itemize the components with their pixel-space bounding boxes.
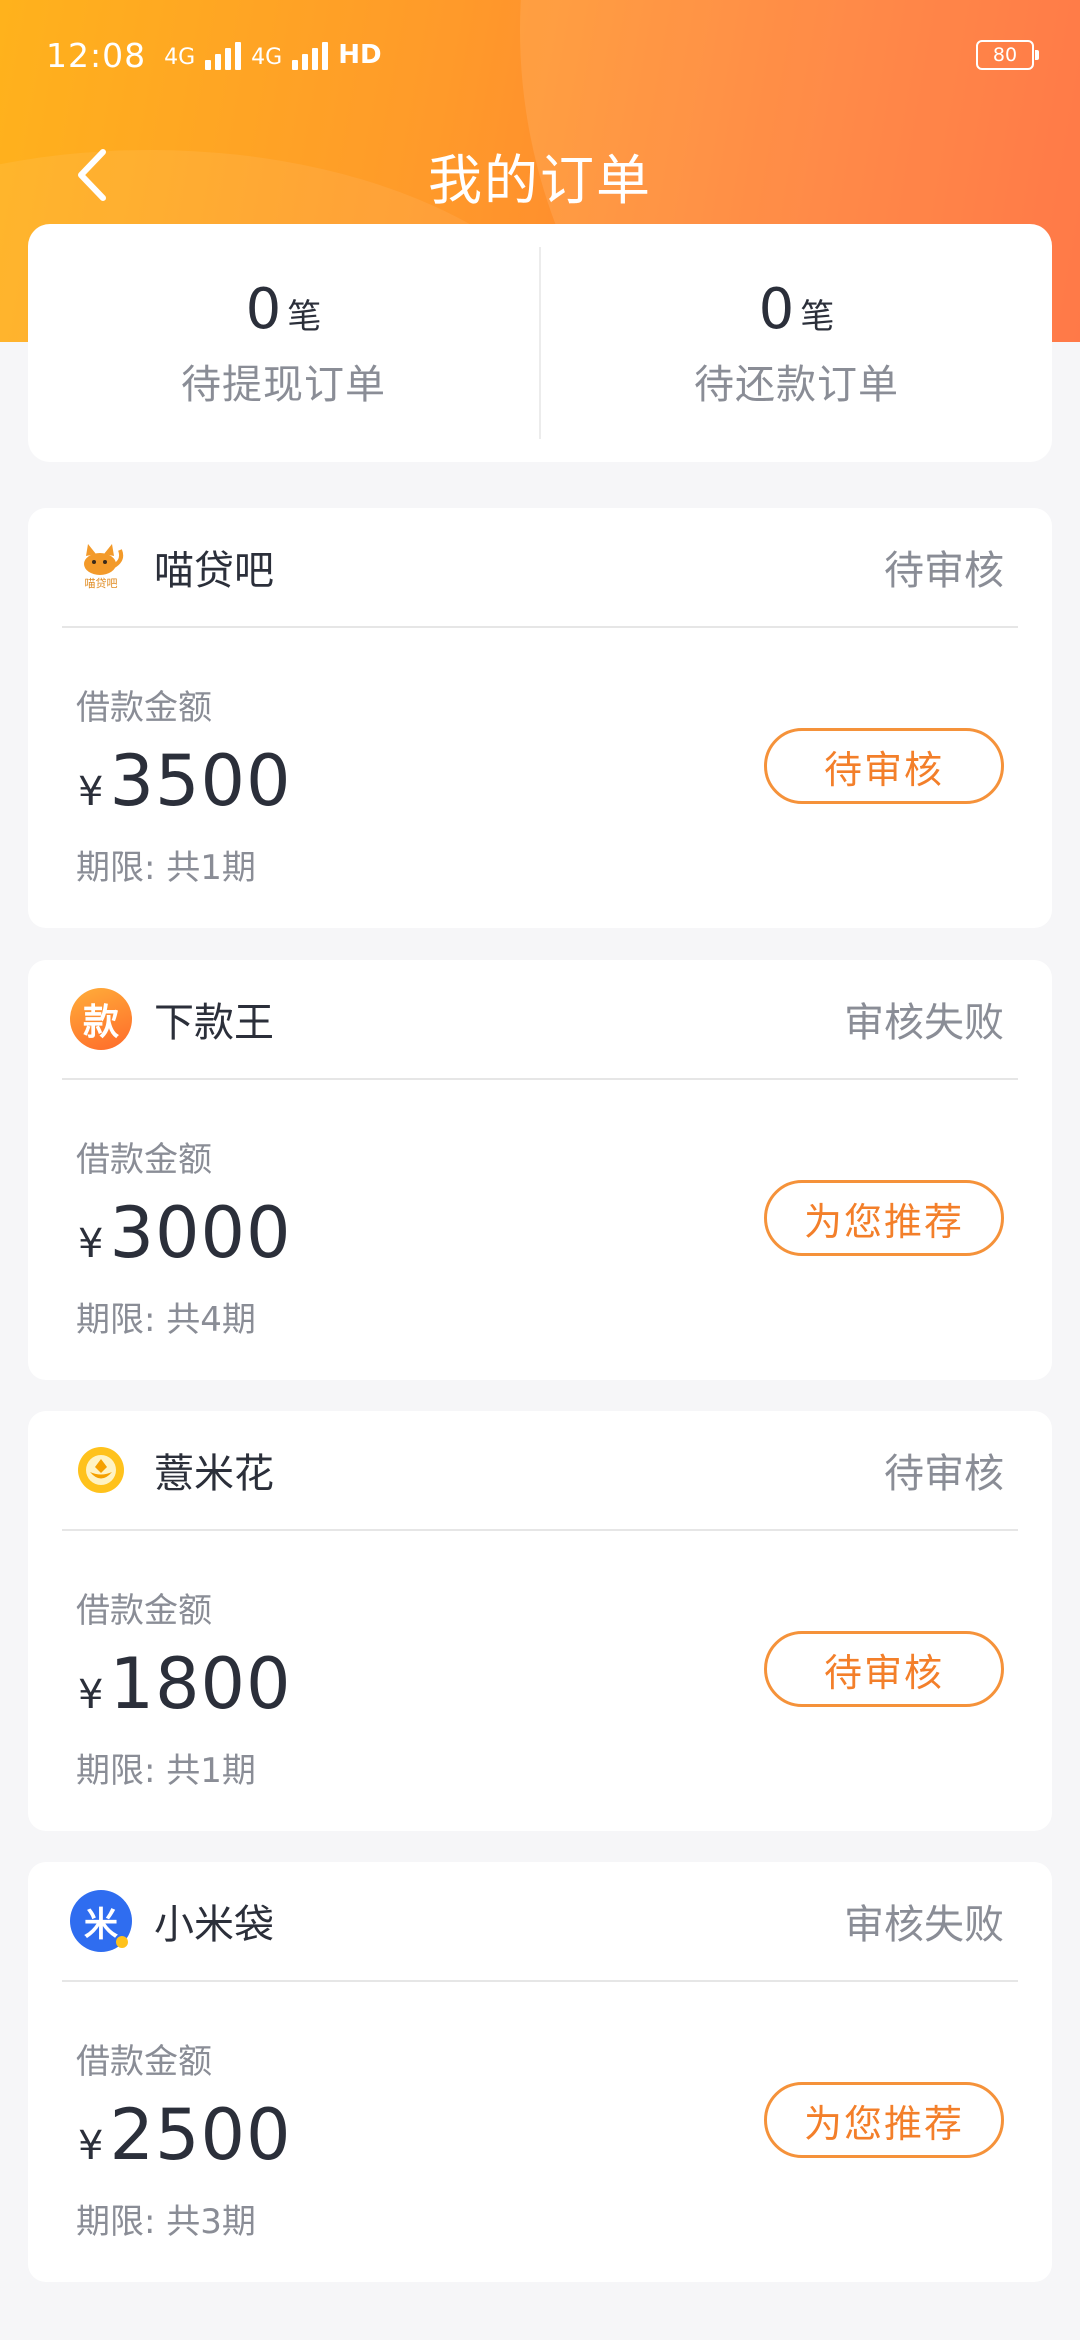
currency-symbol: ¥ (78, 2123, 104, 2169)
chevron-left-icon (78, 149, 106, 201)
order-summary-card: 0 笔 待提现订单 0 笔 待还款订单 (28, 224, 1052, 462)
amount-value: 3000 (109, 1192, 292, 1274)
pending-review-button[interactable]: 待审核 (764, 1631, 1004, 1707)
amount-value: 1800 (109, 1643, 292, 1725)
loan-term: 期限: 共1期 (76, 848, 256, 888)
order-card[interactable]: 喵贷吧 喵贷吧 待审核 借款金额 ¥ 3500 期限: 共1期 待审核 (28, 508, 1052, 928)
order-card-header: 薏米花 待审核 (62, 1411, 1018, 1531)
logo-char: 款 (82, 1002, 119, 1043)
loan-term: 期限: 共3期 (76, 2202, 256, 2242)
navigation-bar: 我的订单 (0, 110, 1080, 240)
page-title: 我的订单 (428, 148, 652, 212)
amount-label: 借款金额 (76, 1140, 212, 1180)
loan-amount: ¥ 1800 (78, 1643, 292, 1725)
loan-amount: ¥ 3000 (78, 1192, 292, 1274)
back-button[interactable] (62, 140, 122, 210)
currency-symbol: ¥ (78, 1672, 104, 1718)
order-status: 审核失败 (844, 1902, 1004, 1948)
order-card-body: 借款金额 ¥ 2500 期限: 共3期 为您推荐 (28, 1982, 1052, 2280)
order-status: 待审核 (884, 1451, 1004, 1497)
count-unit: 笔 (800, 296, 835, 337)
amount-label: 借款金额 (76, 688, 212, 728)
count-unit: 笔 (287, 296, 322, 337)
order-card-body: 借款金额 ¥ 3500 期限: 共1期 待审核 (28, 628, 1052, 926)
logo-caption: 喵贷吧 (84, 577, 118, 590)
loan-amount: ¥ 2500 (78, 2094, 292, 2176)
amount-label: 借款金额 (76, 1591, 212, 1631)
amount-value: 3500 (109, 740, 292, 822)
signal-indicators: 4G 4G HD (164, 40, 382, 70)
order-card-header: 米 小米袋 审核失败 (62, 1862, 1018, 1982)
network-type-1: 4G (164, 45, 196, 70)
loan-term: 期限: 共1期 (76, 1751, 256, 1791)
battery-icon: 80 (976, 40, 1039, 70)
order-status: 待审核 (884, 548, 1004, 594)
loan-term: 期限: 共4期 (76, 1300, 256, 1340)
pending-withdrawal-summary[interactable]: 0 笔 待提现订单 (28, 277, 539, 410)
brand-name: 薏米花 (154, 1451, 274, 1497)
logo-char: 米 (84, 1904, 118, 1945)
loan-amount: ¥ 3500 (78, 740, 292, 822)
order-card-header: 喵贷吧 喵贷吧 待审核 (62, 508, 1018, 628)
order-card-body: 借款金额 ¥ 1800 期限: 共1期 待审核 (28, 1531, 1052, 1829)
brand-name: 小米袋 (154, 1902, 274, 1948)
currency-symbol: ¥ (78, 1221, 104, 1267)
recommend-button[interactable]: 为您推荐 (764, 2082, 1004, 2158)
mi-logo-icon: 米 (70, 1890, 132, 1952)
amount-label: 借款金额 (76, 2042, 212, 2082)
currency-symbol: ¥ (78, 769, 104, 815)
pending-repayment-count: 0 笔 (759, 277, 835, 342)
pending-repayment-summary[interactable]: 0 笔 待还款订单 (541, 277, 1052, 410)
yellow-coin-logo-icon (70, 1439, 132, 1501)
signal-bars-icon (292, 40, 329, 70)
status-time: 12:08 (46, 35, 147, 75)
order-status: 审核失败 (844, 1000, 1004, 1046)
pending-withdrawal-label: 待提现订单 (181, 361, 386, 408)
pending-repayment-label: 待还款订单 (694, 361, 899, 408)
count-number: 0 (758, 276, 795, 342)
brand-name: 喵贷吧 (154, 548, 274, 594)
amount-value: 2500 (109, 2094, 292, 2176)
cat-logo-icon: 喵贷吧 (70, 536, 132, 598)
hd-voice-icon: HD (338, 40, 382, 70)
battery-level: 80 (992, 44, 1018, 66)
order-card[interactable]: 款 下款王 审核失败 借款金额 ¥ 3000 期限: 共4期 为您推荐 (28, 960, 1052, 1380)
signal-bars-icon (205, 40, 242, 70)
order-card-header: 款 下款王 审核失败 (62, 960, 1018, 1080)
brand-name: 下款王 (154, 1000, 274, 1046)
recommend-button[interactable]: 为您推荐 (764, 1180, 1004, 1256)
order-card[interactable]: 薏米花 待审核 借款金额 ¥ 1800 期限: 共1期 待审核 (28, 1411, 1052, 1831)
order-card[interactable]: 米 小米袋 审核失败 借款金额 ¥ 2500 期限: 共3期 为您推荐 (28, 1862, 1052, 2282)
status-bar: 12:08 4G 4G HD 80 (0, 0, 1080, 110)
order-card-body: 借款金额 ¥ 3000 期限: 共4期 为您推荐 (28, 1080, 1052, 1378)
network-type-2: 4G (251, 45, 283, 70)
count-number: 0 (245, 276, 282, 342)
pending-review-button[interactable]: 待审核 (764, 728, 1004, 804)
logo-dot (116, 1936, 128, 1948)
pending-withdrawal-count: 0 笔 (246, 277, 322, 342)
kuan-logo-icon: 款 (70, 988, 132, 1050)
